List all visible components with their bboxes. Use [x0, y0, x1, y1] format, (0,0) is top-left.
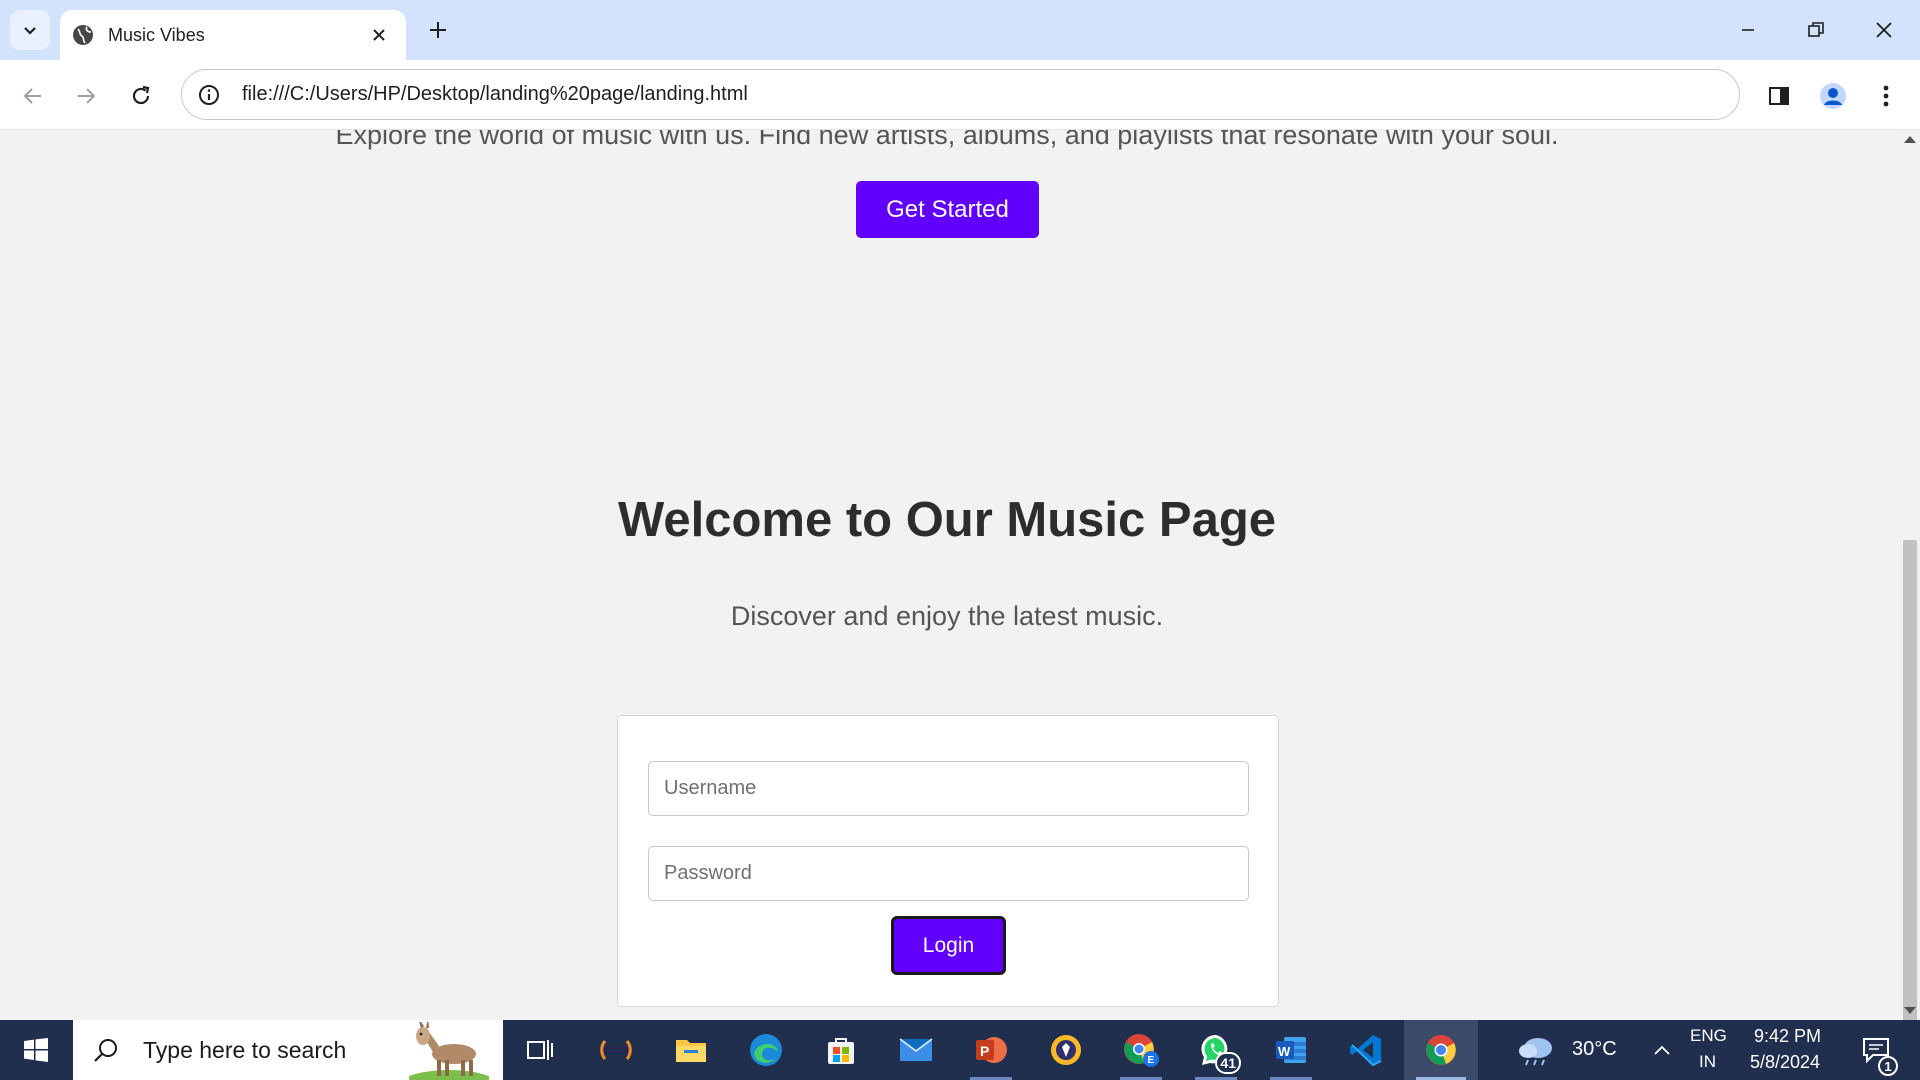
browser-toolbar: file:///C:/Users/HP/Desktop/landing%20pa…	[0, 60, 1920, 130]
arrow-right-icon	[78, 88, 96, 104]
restore-button[interactable]	[1788, 8, 1844, 52]
close-icon	[1876, 22, 1892, 38]
task-view-button[interactable]	[503, 1020, 577, 1080]
svg-text:E: E	[1148, 1055, 1155, 1066]
get-started-button[interactable]: Get Started	[856, 181, 1039, 238]
profile-avatar-icon	[1820, 83, 1846, 109]
forward-button[interactable]	[66, 76, 106, 116]
clock-date[interactable]: 5/8/2024	[1750, 1052, 1820, 1073]
whatsapp-unread-badge: 41	[1215, 1052, 1241, 1074]
whatsapp-app[interactable]: 41	[1179, 1020, 1253, 1080]
minimize-button[interactable]	[1720, 8, 1776, 52]
svg-text:P: P	[980, 1043, 989, 1059]
side-panel-button[interactable]	[1759, 76, 1799, 116]
windows-taskbar: Type here to search P E 41 W 30°C ENG IN…	[0, 1020, 1920, 1080]
powerpoint-app[interactable]: P	[954, 1020, 1028, 1080]
tab-search-button[interactable]	[10, 10, 50, 50]
login-form: Login	[617, 715, 1279, 1007]
word-icon: W	[1276, 1037, 1306, 1063]
profile-button[interactable]	[1813, 76, 1853, 116]
password-input[interactable]	[648, 846, 1249, 901]
windows-logo-icon	[24, 1038, 48, 1062]
clock-time[interactable]: 9:42 PM	[1754, 1026, 1821, 1047]
mail-icon	[899, 1038, 933, 1061]
show-hidden-icons-button[interactable]	[1644, 1020, 1680, 1080]
scroll-down-arrow-icon[interactable]	[1904, 1007, 1916, 1014]
eclipse-icon	[600, 1040, 632, 1060]
taskbar-search-box[interactable]: Type here to search	[73, 1020, 503, 1080]
close-window-button[interactable]	[1856, 8, 1912, 52]
cloud-rain-icon	[1519, 1038, 1552, 1066]
chrome-app[interactable]	[1404, 1020, 1478, 1080]
tab-strip: Music Vibes	[0, 0, 1920, 60]
weather-widget[interactable]	[1514, 1020, 1558, 1080]
scroll-up-arrow-icon[interactable]	[1904, 136, 1916, 143]
edge-app[interactable]	[729, 1020, 803, 1080]
edge-icon	[750, 1034, 782, 1066]
more-vertical-icon	[1883, 85, 1889, 107]
notification-center-button[interactable]: 1	[1850, 1020, 1902, 1080]
tagline: Discover and enjoy the latest music.	[730, 601, 1164, 631]
vertical-scrollbar[interactable]	[1900, 130, 1920, 1078]
tab-title: Music Vibes	[108, 24, 205, 45]
task-view-icon	[527, 1040, 553, 1060]
restore-icon	[1808, 22, 1824, 37]
chrome-profile-app[interactable]: E	[1104, 1020, 1178, 1080]
intro-text: Explore the world of music with us. Find…	[335, 130, 1559, 150]
region-indicator[interactable]: IN	[1699, 1052, 1716, 1072]
close-tab-icon[interactable]	[364, 20, 394, 50]
mail-app[interactable]	[879, 1020, 953, 1080]
browser-tab[interactable]: Music Vibes	[60, 10, 406, 60]
word-app[interactable]: W	[1254, 1020, 1328, 1080]
search-placeholder: Type here to search	[143, 1036, 347, 1063]
reload-button[interactable]	[121, 76, 161, 116]
chevron-up-icon	[1654, 1045, 1670, 1055]
welcome-heading: Welcome to Our Music Page	[617, 493, 1277, 547]
chrome-profile-icon: E	[1124, 1034, 1159, 1067]
start-button[interactable]	[0, 1020, 72, 1080]
notification-count-badge: 1	[1878, 1056, 1898, 1076]
page-viewport: Explore the world of music with us. Find…	[0, 130, 1900, 1020]
new-tab-button[interactable]	[422, 14, 454, 46]
address-bar[interactable]: file:///C:/Users/HP/Desktop/landing%20pa…	[181, 69, 1740, 120]
chevron-down-icon	[24, 27, 36, 35]
login-button[interactable]: Login	[891, 916, 1006, 975]
menu-button[interactable]	[1866, 76, 1906, 116]
file-explorer-app[interactable]	[654, 1020, 728, 1080]
plus-icon	[430, 22, 446, 38]
brave-app[interactable]	[1029, 1020, 1103, 1080]
url-text[interactable]: file:///C:/Users/HP/Desktop/landing%20pa…	[242, 83, 748, 106]
reload-icon	[132, 85, 150, 105]
minimize-icon	[1742, 29, 1754, 31]
vs-code-icon	[1350, 1035, 1382, 1067]
username-input[interactable]	[648, 761, 1249, 816]
brave-icon	[1051, 1035, 1081, 1065]
search-icon	[91, 1035, 121, 1065]
globe-icon	[72, 24, 94, 46]
chrome-icon	[1426, 1035, 1456, 1065]
side-panel-icon	[1769, 87, 1789, 105]
arrow-left-icon	[23, 88, 41, 104]
powerpoint-icon: P	[976, 1037, 1007, 1063]
store-icon	[828, 1038, 854, 1064]
donkey-illustration-icon	[409, 1022, 489, 1080]
folder-icon	[676, 1040, 706, 1062]
back-button[interactable]	[13, 76, 53, 116]
language-indicator[interactable]: ENG	[1690, 1026, 1727, 1046]
eclipse-app[interactable]	[579, 1020, 653, 1080]
microsoft-store-app[interactable]	[804, 1020, 878, 1080]
svg-text:W: W	[1278, 1044, 1291, 1059]
vs-code-app[interactable]	[1329, 1020, 1403, 1080]
site-info-icon[interactable]	[196, 82, 222, 108]
scrollbar-thumb[interactable]	[1903, 540, 1917, 1078]
weather-temperature[interactable]: 30°C	[1572, 1038, 1617, 1061]
